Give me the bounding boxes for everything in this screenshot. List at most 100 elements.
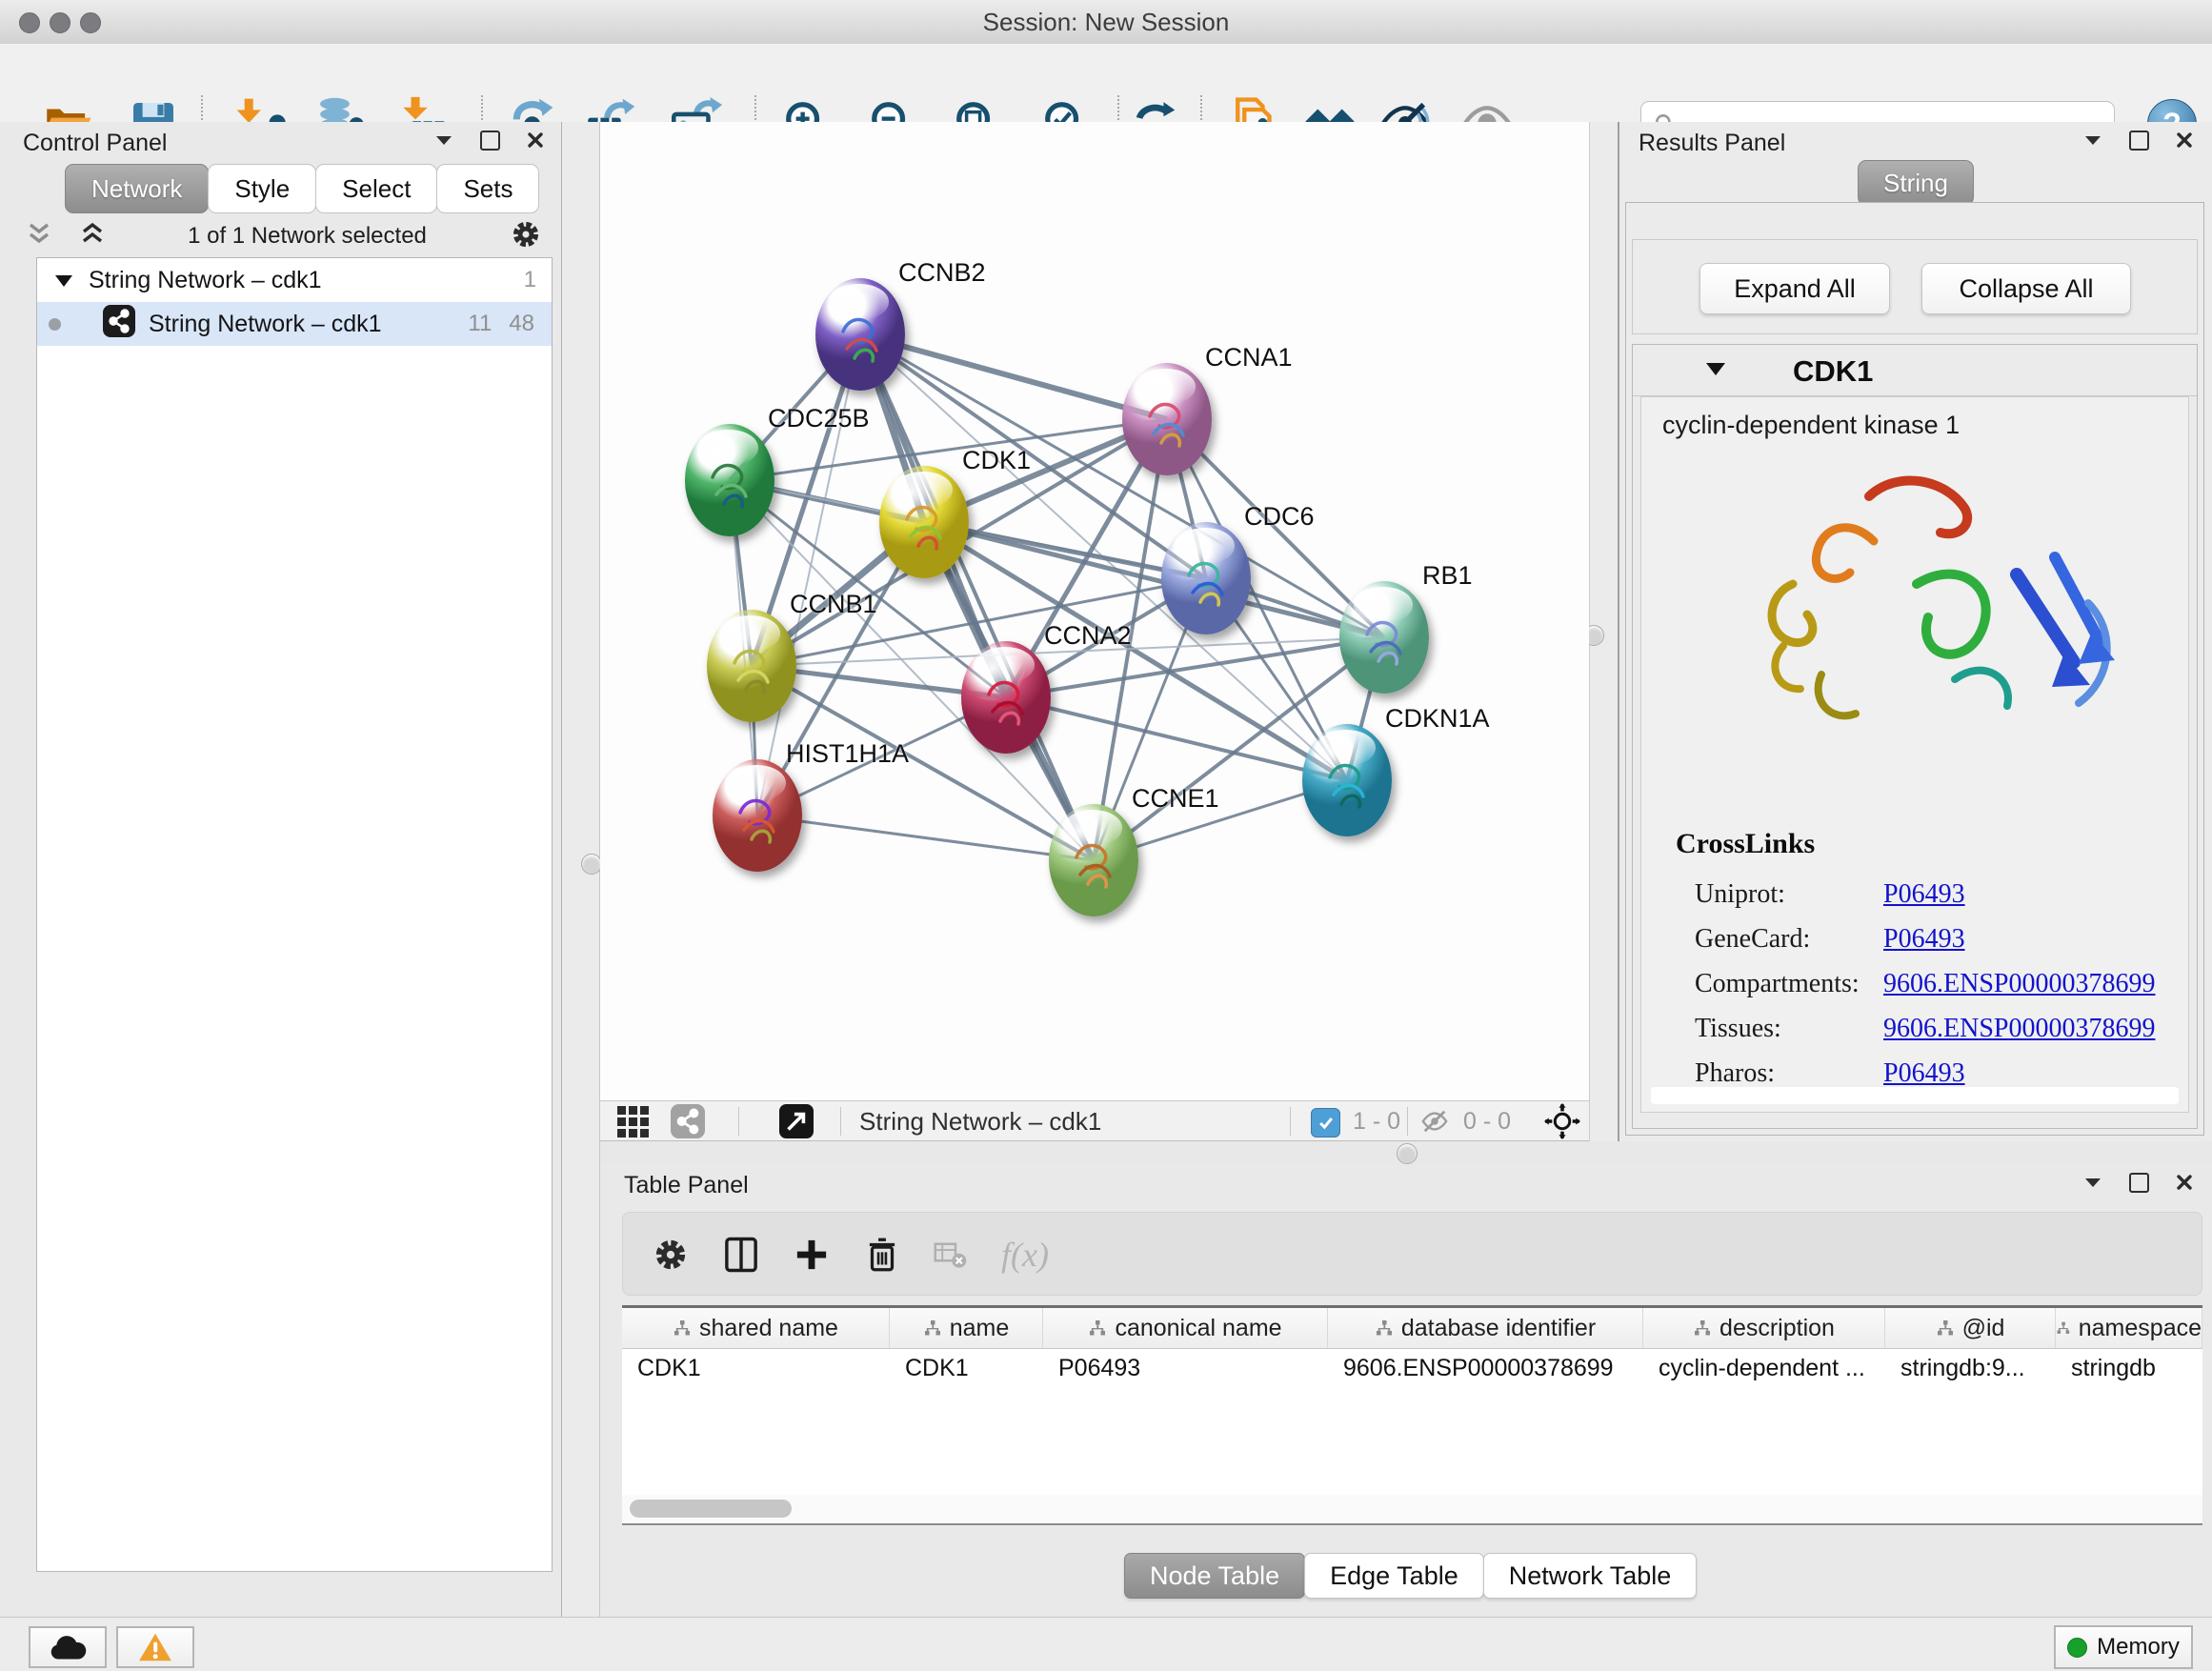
network-collection-label: String Network – cdk1: [89, 267, 524, 294]
column-header-database-identifier[interactable]: database identifier: [1328, 1308, 1643, 1348]
tab-edge-table[interactable]: Edge Table: [1304, 1553, 1484, 1599]
crosslink-link[interactable]: 9606.ENSP00000378699: [1883, 1014, 2155, 1044]
tab-node-table[interactable]: Node Table: [1124, 1553, 1305, 1599]
crosslink-link[interactable]: P06493: [1883, 924, 1965, 955]
fit-selected-button[interactable]: [1543, 1104, 1581, 1138]
network-list-toolbar: 1 of 1 Network selected: [0, 215, 561, 257]
network-canvas[interactable]: CCNB2CCNA1CDC25BCDK1CDC6RB1CCNB1CCNA2CDK…: [600, 122, 1589, 1100]
column-header-name[interactable]: name: [890, 1308, 1043, 1348]
status-bar: Memory: [0, 1617, 2212, 1671]
node-table: shared namenamecanonical namedatabase id…: [622, 1305, 2202, 1525]
node-RB1[interactable]: [1339, 581, 1429, 694]
table-toolbar: f(x): [622, 1212, 2202, 1296]
grid-view-button[interactable]: [613, 1104, 652, 1138]
cdk1-section-header[interactable]: CDK1: [1633, 345, 2197, 396]
collapse-panel-icon[interactable]: [432, 128, 456, 152]
network-style-button[interactable]: [669, 1104, 707, 1138]
column-header-namespace[interactable]: namespace: [2056, 1308, 2202, 1348]
tab-sets[interactable]: Sets: [436, 164, 539, 213]
protein-ribbon-icon: [897, 496, 951, 557]
protein-structure-image: [1674, 451, 2160, 813]
cell-namespace[interactable]: stringdb: [2056, 1349, 2202, 1387]
network-row-selected[interactable]: String Network – cdk1 11 48: [37, 302, 552, 346]
network-collection-count: 1: [524, 267, 536, 293]
node-CCNE1[interactable]: [1049, 804, 1138, 916]
section-expander-icon[interactable]: [1705, 362, 1726, 381]
float-panel-icon[interactable]: [477, 128, 502, 152]
cell-description[interactable]: cyclin-dependent ...: [1643, 1349, 1885, 1387]
main-toolbar: ?: [0, 44, 2212, 124]
tab-network-table[interactable]: Network Table: [1483, 1553, 1698, 1599]
column-header-shared-name[interactable]: shared name: [622, 1308, 890, 1348]
memory-button[interactable]: Memory: [2054, 1625, 2193, 1669]
table-options-button[interactable]: [640, 1224, 701, 1285]
column-header-description[interactable]: description: [1643, 1308, 1885, 1348]
column-header-canonical-name[interactable]: canonical name: [1043, 1308, 1328, 1348]
cell-database-identifier[interactable]: 9606.ENSP00000378699: [1328, 1349, 1643, 1387]
float-panel-icon[interactable]: [2126, 128, 2151, 152]
cell--id[interactable]: stringdb:9...: [1885, 1349, 2056, 1387]
table-horizontal-scrollbar[interactable]: [622, 1495, 2202, 1523]
node-CCNA1[interactable]: [1122, 363, 1212, 475]
network-collection-row[interactable]: String Network – cdk1 1: [37, 258, 552, 302]
node-CDKN1A[interactable]: [1302, 724, 1392, 836]
node-CCNB1[interactable]: [707, 610, 796, 722]
protein-ribbon-icon: [725, 640, 778, 701]
network-row-label: String Network – cdk1: [149, 311, 468, 338]
scrollbar-thumb[interactable]: [630, 1500, 792, 1518]
birds-eye-view-button[interactable]: [777, 1104, 815, 1138]
splitter-handle[interactable]: [1397, 1143, 1418, 1164]
crosslink-link[interactable]: P06493: [1883, 1058, 1965, 1089]
attribute-icon: [2056, 1319, 2071, 1338]
close-panel-icon[interactable]: [523, 128, 548, 152]
float-panel-icon[interactable]: [2126, 1170, 2151, 1195]
crosslink-row: GeneCard:P06493: [1695, 916, 2171, 961]
node-CCNA2[interactable]: [961, 641, 1051, 754]
show-columns-button[interactable]: [711, 1224, 772, 1285]
crosslink-link[interactable]: 9606.ENSP00000378699: [1883, 969, 2155, 999]
table-row[interactable]: CDK1CDK1P064939606.ENSP00000378699cyclin…: [622, 1349, 2202, 1387]
cloud-status-button[interactable]: [29, 1626, 107, 1668]
crosslink-link[interactable]: P06493: [1883, 879, 1965, 910]
node-CDK1[interactable]: [879, 466, 969, 578]
create-column-button[interactable]: [781, 1224, 842, 1285]
selected-checkbox[interactable]: [1311, 1108, 1340, 1137]
cell-canonical-name[interactable]: P06493: [1043, 1349, 1328, 1387]
node-label-CCNA1: CCNA1: [1205, 343, 1293, 372]
node-label-RB1: RB1: [1422, 561, 1473, 591]
node-CCNB2[interactable]: [815, 278, 905, 391]
network-options-gear-icon[interactable]: [508, 216, 544, 257]
collapse-panel-icon[interactable]: [2081, 1170, 2105, 1195]
grid-icon: [617, 1106, 649, 1137]
close-panel-icon[interactable]: [2172, 128, 2197, 152]
column-header--id[interactable]: @id: [1885, 1308, 2056, 1348]
tab-string[interactable]: String: [1858, 160, 1974, 206]
results-buttons-box: Expand All Collapse All: [1632, 239, 2198, 334]
control-panel-tabs: NetworkStyleSelectSets: [65, 164, 538, 213]
delete-column-button[interactable]: [852, 1224, 913, 1285]
protein-ribbon-icon: [1179, 553, 1233, 614]
tab-select[interactable]: Select: [315, 164, 437, 213]
warnings-button[interactable]: [116, 1626, 194, 1668]
collapse-all-networks-icon[interactable]: [25, 222, 53, 252]
tab-style[interactable]: Style: [208, 164, 316, 213]
tab-network[interactable]: Network: [65, 164, 209, 213]
cell-name[interactable]: CDK1: [890, 1349, 1043, 1387]
protein-ribbon-icon: [834, 309, 887, 370]
close-panel-icon[interactable]: [2172, 1170, 2197, 1195]
node-label-CCNE1: CCNE1: [1132, 784, 1219, 814]
expand-all-networks-icon[interactable]: [78, 222, 107, 252]
collapse-panel-icon[interactable]: [2081, 128, 2105, 152]
node-HIST1H1A[interactable]: [713, 759, 802, 872]
cell-shared-name[interactable]: CDK1: [622, 1349, 890, 1387]
expand-all-button[interactable]: Expand All: [1699, 263, 1890, 314]
crosslinks-title: CrossLinks: [1676, 828, 1815, 860]
node-CDC25B[interactable]: [685, 424, 774, 536]
table-header-row: shared namenamecanonical namedatabase id…: [622, 1308, 2202, 1349]
node-CDC6[interactable]: [1161, 522, 1251, 634]
expander-icon[interactable]: [54, 267, 73, 294]
protein-ribbon-icon: [1067, 835, 1120, 896]
collapse-all-button[interactable]: Collapse All: [1921, 263, 2131, 314]
results-scrollbar-track[interactable]: [1651, 1087, 2179, 1104]
splitter-handle[interactable]: [581, 854, 602, 875]
